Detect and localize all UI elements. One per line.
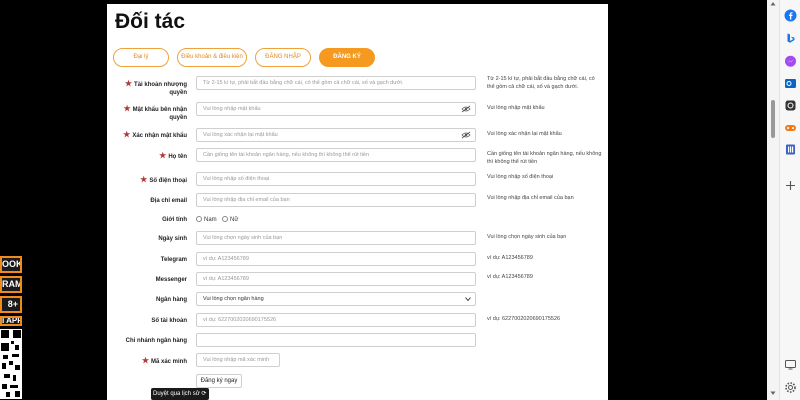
facebook-icon[interactable]: [784, 9, 797, 22]
confirm-password-label: ★ Xác nhận mật khẩu: [123, 130, 187, 140]
copilot-icon[interactable]: [784, 99, 797, 112]
gender-label: Giới tính: [162, 217, 187, 223]
tab-login[interactable]: ĐĂNG NHẬP: [255, 48, 311, 67]
messenger-label: Messenger: [155, 277, 187, 283]
telegram-label: Telegram: [160, 257, 187, 263]
tab-agent[interactable]: Đại lý: [113, 48, 169, 67]
password-hint: Vui lòng nhập mật khẩu: [487, 105, 545, 111]
settings-icon[interactable]: [784, 381, 797, 394]
gender-radio-female[interactable]: Nữ: [222, 216, 238, 223]
username-hint: Từ 2-15 kí tự, phải bắt đầu bằng chữ cái…: [487, 76, 595, 90]
tab-terms[interactable]: Điều khoản & điều kiện: [177, 48, 247, 67]
office-icon[interactable]: [784, 143, 797, 156]
telegram-input[interactable]: ví dụ: A123456789: [196, 252, 476, 266]
tab-register[interactable]: ĐĂNG KÝ: [319, 48, 375, 67]
captcha-label: ★ Mã xác minh: [141, 356, 187, 366]
required-star-icon: ★: [141, 356, 149, 365]
required-star-icon: ★: [124, 79, 133, 88]
outlook-icon[interactable]: [784, 77, 797, 90]
required-star-icon: ★: [123, 130, 131, 139]
refresh-icon: ⟳: [201, 391, 207, 397]
birthday-input[interactable]: Vui lòng chọn ngày sinh của bạn: [196, 231, 476, 245]
confirm-password-input[interactable]: Vui lòng xác nhận lại mật khẩu: [196, 128, 476, 142]
email-input[interactable]: Vui lòng nhập địa chỉ email của bạn: [196, 193, 476, 207]
bing-icon[interactable]: [784, 32, 797, 45]
browse-history-label: Duyệt qua lịch sử: [153, 391, 200, 397]
branch-input[interactable]: [196, 333, 476, 347]
bank-selected-value: Vui lòng chọn ngân hàng: [203, 296, 264, 302]
account-number-label: Số tài khoản: [151, 318, 187, 324]
email-label: Địa chỉ email: [150, 198, 187, 204]
branch-label: Chi nhánh ngân hàng: [125, 338, 187, 344]
browse-history-tab[interactable]: Duyệt qua lịch sử ⟳: [151, 388, 209, 400]
password-placeholder: Vui lòng nhập mật khẩu: [203, 106, 261, 112]
fullname-input[interactable]: Cần giống tên tài khoản ngân hàng, nếu k…: [196, 148, 476, 162]
bank-label: Ngân hàng: [156, 297, 187, 303]
promo-button-facebook[interactable]: OOK: [0, 256, 22, 273]
telegram-hint: ví dụ: A123456789: [487, 255, 533, 261]
messenger-hint: ví dụ: A123456789: [487, 274, 533, 280]
promo-button-age[interactable]: 8+: [0, 296, 22, 313]
promo-button-app[interactable]: I APP: [0, 316, 22, 326]
account-number-input[interactable]: ví dụ: 6227002020690175526: [196, 313, 476, 327]
eye-slash-icon[interactable]: [461, 131, 471, 139]
promo-button-telegram[interactable]: RAM: [0, 276, 22, 293]
qr-code-icon: [0, 329, 22, 399]
confirm-password-hint: Vui lòng xác nhận lại mật khẩu: [487, 131, 562, 137]
promo-strip: OOK RAM 8+ I APP: [0, 256, 22, 399]
radio-circle-icon: [222, 216, 228, 222]
messenger-icon[interactable]: [784, 55, 797, 68]
username-label: ★ Tài khoản nhượng quyền: [124, 79, 187, 97]
required-star-icon: ★: [159, 151, 167, 160]
account-number-hint: ví dụ: 6227002020690175526: [487, 316, 561, 322]
bank-select[interactable]: Vui lòng chọn ngân hàng: [196, 292, 476, 306]
fullname-hint: Cần giống tên tài khoản ngân hàng, nếu k…: [487, 151, 602, 165]
page-scrollbar[interactable]: [767, 0, 779, 400]
games-icon[interactable]: [784, 121, 797, 134]
password-label: ★ Mật khẩu bên nhận quyền: [123, 104, 187, 122]
radio-circle-icon: [196, 216, 202, 222]
messenger-input[interactable]: ví dụ: A123456789: [196, 272, 476, 286]
birthday-hint: Vui lòng chọn ngày sinh của bạn: [487, 234, 567, 240]
browser-side-panel: [779, 0, 800, 400]
screen-icon[interactable]: [784, 358, 797, 371]
chevron-down-icon: [465, 297, 471, 302]
gender-radio-male[interactable]: Nam: [196, 216, 217, 223]
fullname-label: ★ Họ tên: [159, 151, 187, 161]
phone-input[interactable]: Vui lòng nhập số điện thoại: [196, 172, 476, 186]
email-hint: Vui lòng nhập địa chỉ email của bạn: [487, 195, 574, 201]
page-title: Đối tác: [115, 10, 186, 33]
required-star-icon: ★: [140, 175, 148, 184]
confirm-password-placeholder: Vui lòng xác nhận lại mật khẩu: [203, 132, 278, 138]
password-input[interactable]: Vui lòng nhập mật khẩu: [196, 102, 476, 116]
scroll-thumb[interactable]: [771, 100, 775, 138]
scroll-up-icon[interactable]: [770, 1, 776, 7]
partner-register-card: Đối tác Đại lý Điều khoản & điều kiện ĐĂ…: [107, 4, 608, 400]
captcha-input[interactable]: Vui lòng nhập mã xác minh: [196, 353, 280, 367]
eye-slash-icon[interactable]: [461, 105, 471, 113]
add-icon[interactable]: [784, 179, 797, 192]
browser-viewport: OOK RAM 8+ I APP Đối tác Đại lý Điều kho…: [0, 0, 800, 400]
phone-label: ★ Số điện thoại: [140, 175, 187, 185]
birthday-label: Ngày sinh: [158, 236, 187, 242]
scroll-down-icon[interactable]: [770, 390, 776, 396]
phone-hint: Vui lòng nhập số điện thoại: [487, 174, 554, 180]
username-input[interactable]: Từ 2-15 kí tự, phải bắt đầu bằng chữ cái…: [196, 76, 476, 90]
register-now-button[interactable]: Đăng ký ngay: [196, 374, 242, 388]
required-star-icon: ★: [123, 104, 131, 113]
